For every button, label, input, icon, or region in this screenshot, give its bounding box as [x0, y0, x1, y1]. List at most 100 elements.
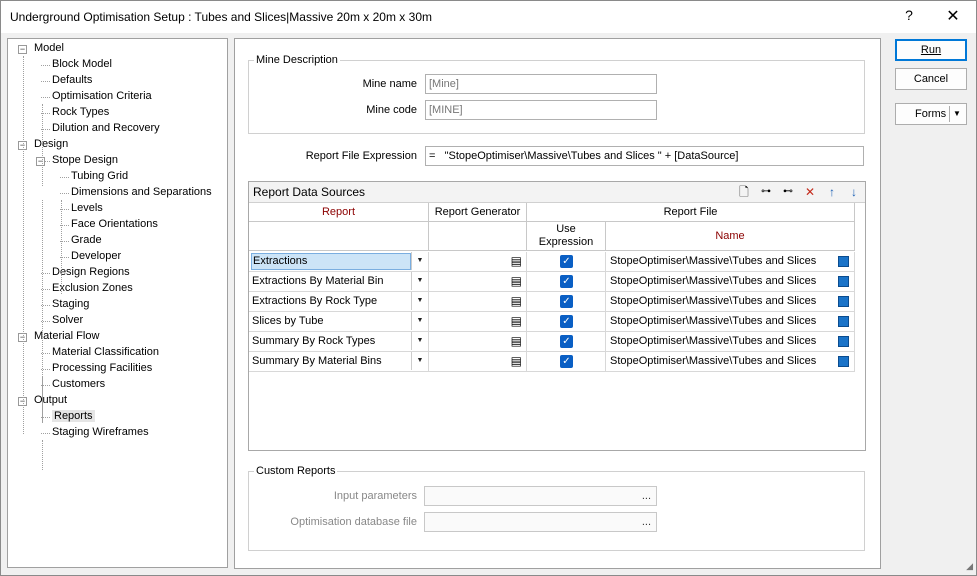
use-expression-checkbox[interactable]: ✓	[560, 355, 573, 368]
chevron-down-icon[interactable]: ▼	[411, 272, 428, 290]
chevron-down-icon[interactable]: ▼	[411, 252, 428, 270]
tree-item[interactable]: Material Classification	[52, 345, 159, 360]
browse-file-icon[interactable]	[838, 356, 849, 367]
table-row[interactable]: Summary By Material Bins ▼ ▤ ✓ StopeOptimise…	[249, 352, 855, 372]
tree-item[interactable]: Defaults	[52, 73, 92, 88]
report-cell[interactable]: Extractions ▼	[249, 252, 429, 272]
report-cell[interactable]: Extractions By Material Bin ▼	[249, 272, 429, 292]
report-generator-icon[interactable]: ▤	[511, 332, 522, 351]
report-file-expression-input[interactable]: = "StopeOptimiser\Massive\Tubes and Slic…	[425, 146, 864, 166]
chevron-down-icon[interactable]: ▼	[411, 332, 428, 350]
tree-item[interactable]: Exclusion Zones	[52, 281, 133, 296]
col-report[interactable]: Report	[249, 203, 429, 222]
table-row[interactable]: Extractions ▼ ▤ ✓ StopeOptimiser\Massive\Tub…	[249, 252, 855, 272]
report-generator-icon[interactable]: ▤	[511, 252, 522, 271]
tree-item[interactable]: Grade	[71, 233, 102, 248]
browse-input-parameters-button[interactable]: ...	[642, 487, 651, 505]
tree-item[interactable]: Optimisation Criteria	[52, 89, 152, 104]
report-file-name-cell[interactable]: StopeOptimiser\Massive\Tubes and Slices	[606, 332, 855, 352]
browse-file-icon[interactable]	[838, 296, 849, 307]
report-file-name-cell[interactable]: StopeOptimiser\Massive\Tubes and Slices	[606, 252, 855, 272]
report-generator-icon[interactable]: ▤	[511, 292, 522, 311]
move-down-icon[interactable]: ↓	[847, 185, 861, 199]
report-select[interactable]: Slices by Tube	[251, 312, 411, 331]
tree-item[interactable]: Processing Facilities	[52, 361, 152, 376]
report-generator-cell[interactable]: ▤	[429, 292, 527, 312]
table-row[interactable]: Extractions By Rock Type ▼ ▤ ✓ StopeOptimise…	[249, 292, 855, 312]
use-expression-checkbox[interactable]: ✓	[560, 255, 573, 268]
browse-file-icon[interactable]	[838, 276, 849, 287]
col-use-expression[interactable]: Use Expression	[527, 222, 606, 251]
browse-file-icon[interactable]	[838, 316, 849, 327]
report-generator-cell[interactable]: ▤	[429, 332, 527, 352]
report-file-name-cell[interactable]: StopeOptimiser\Massive\Tubes and Slices	[606, 312, 855, 332]
report-file-name-cell[interactable]: StopeOptimiser\Massive\Tubes and Slices	[606, 292, 855, 312]
optimisation-db-input[interactable]: ...	[424, 512, 657, 532]
tree-item[interactable]: Staging	[52, 297, 89, 312]
tree-item[interactable]: Dilution and Recovery	[52, 121, 160, 136]
report-file-name-cell[interactable]: StopeOptimiser\Massive\Tubes and Slices	[606, 352, 855, 372]
help-button[interactable]: ?	[901, 7, 917, 27]
browse-optimisation-db-button[interactable]: ...	[642, 513, 651, 531]
report-select[interactable]: Summary By Rock Types	[251, 332, 411, 351]
move-up-icon[interactable]: ↑	[825, 185, 839, 199]
report-generator-icon[interactable]: ▤	[511, 312, 522, 331]
report-select[interactable]: Extractions By Rock Type	[251, 292, 411, 311]
tree-item[interactable]: Levels	[71, 201, 103, 216]
tree-item[interactable]: Rock Types	[52, 105, 109, 120]
use-expression-checkbox[interactable]: ✓	[560, 295, 573, 308]
forms-button[interactable]: Forms ▼	[895, 103, 967, 125]
new-icon[interactable]: 🗋	[737, 185, 751, 199]
report-generator-icon[interactable]: ▤	[511, 272, 522, 291]
close-button[interactable]: ✕	[941, 6, 965, 28]
report-cell[interactable]: Summary By Rock Types ▼	[249, 332, 429, 352]
insert-icon[interactable]: ⊶	[759, 185, 773, 199]
browse-file-icon[interactable]	[838, 336, 849, 347]
chevron-down-icon[interactable]: ▼	[953, 104, 961, 124]
append-icon[interactable]: ⊷	[781, 185, 795, 199]
collapse-icon[interactable]: −	[36, 157, 45, 166]
chevron-down-icon[interactable]: ▼	[411, 352, 428, 370]
report-cell[interactable]: Slices by Tube ▼	[249, 312, 429, 332]
use-expression-checkbox[interactable]: ✓	[560, 315, 573, 328]
report-generator-icon[interactable]: ▤	[511, 352, 522, 371]
resize-grip-icon[interactable]: ◢	[966, 561, 973, 572]
use-expression-checkbox[interactable]: ✓	[560, 275, 573, 288]
mine-code-input[interactable]: [MINE]	[425, 100, 657, 120]
chevron-down-icon[interactable]: ▼	[411, 292, 428, 310]
report-generator-cell[interactable]: ▤	[429, 352, 527, 372]
tree-item[interactable]: Design Regions	[52, 265, 130, 280]
tree-item[interactable]: Design	[34, 137, 68, 152]
run-button[interactable]: Run	[895, 39, 967, 61]
report-cell[interactable]: Summary By Material Bins ▼	[249, 352, 429, 372]
tree-item[interactable]: Dimensions and Separations	[71, 185, 212, 200]
tree-item[interactable]: Solver	[52, 313, 83, 328]
report-file-name-cell[interactable]: StopeOptimiser\Massive\Tubes and Slices	[606, 272, 855, 292]
tree-item[interactable]: Output	[34, 393, 67, 408]
tree-item[interactable]: Block Model	[52, 57, 112, 72]
cancel-button[interactable]: Cancel	[895, 68, 967, 90]
report-select[interactable]: Summary By Material Bins	[251, 352, 411, 371]
tree-item[interactable]: Tubing Grid	[71, 169, 128, 184]
tree-item[interactable]: Developer	[71, 249, 121, 264]
navigation-tree[interactable]: − Model Block Model Defaults Optimisation Cr…	[7, 38, 228, 568]
report-cell[interactable]: Extractions By Rock Type ▼	[249, 292, 429, 312]
tree-item[interactable]: Stope Design	[52, 153, 118, 168]
tree-item[interactable]: Material Flow	[34, 329, 99, 344]
report-select[interactable]: Extractions	[251, 253, 411, 270]
table-row[interactable]: Summary By Rock Types ▼ ▤ ✓ StopeOptimiser\M…	[249, 332, 855, 352]
report-generator-cell[interactable]: ▤	[429, 252, 527, 272]
delete-icon[interactable]: ✕	[803, 185, 817, 199]
tree-item[interactable]: Model	[34, 41, 64, 56]
tree-item[interactable]: Staging Wireframes	[52, 425, 149, 440]
input-parameters-input[interactable]: ...	[424, 486, 657, 506]
table-row[interactable]: Slices by Tube ▼ ▤ ✓ StopeOptimiser\Massive\…	[249, 312, 855, 332]
col-report-generator[interactable]: Report Generator	[429, 203, 527, 222]
report-generator-cell[interactable]: ▤	[429, 272, 527, 292]
use-expression-checkbox[interactable]: ✓	[560, 335, 573, 348]
tree-item[interactable]: Customers	[52, 377, 105, 392]
report-generator-cell[interactable]: ▤	[429, 312, 527, 332]
col-name[interactable]: Name	[606, 222, 855, 251]
mine-name-input[interactable]: [Mine]	[425, 74, 657, 94]
report-select[interactable]: Extractions By Material Bin	[251, 272, 411, 291]
